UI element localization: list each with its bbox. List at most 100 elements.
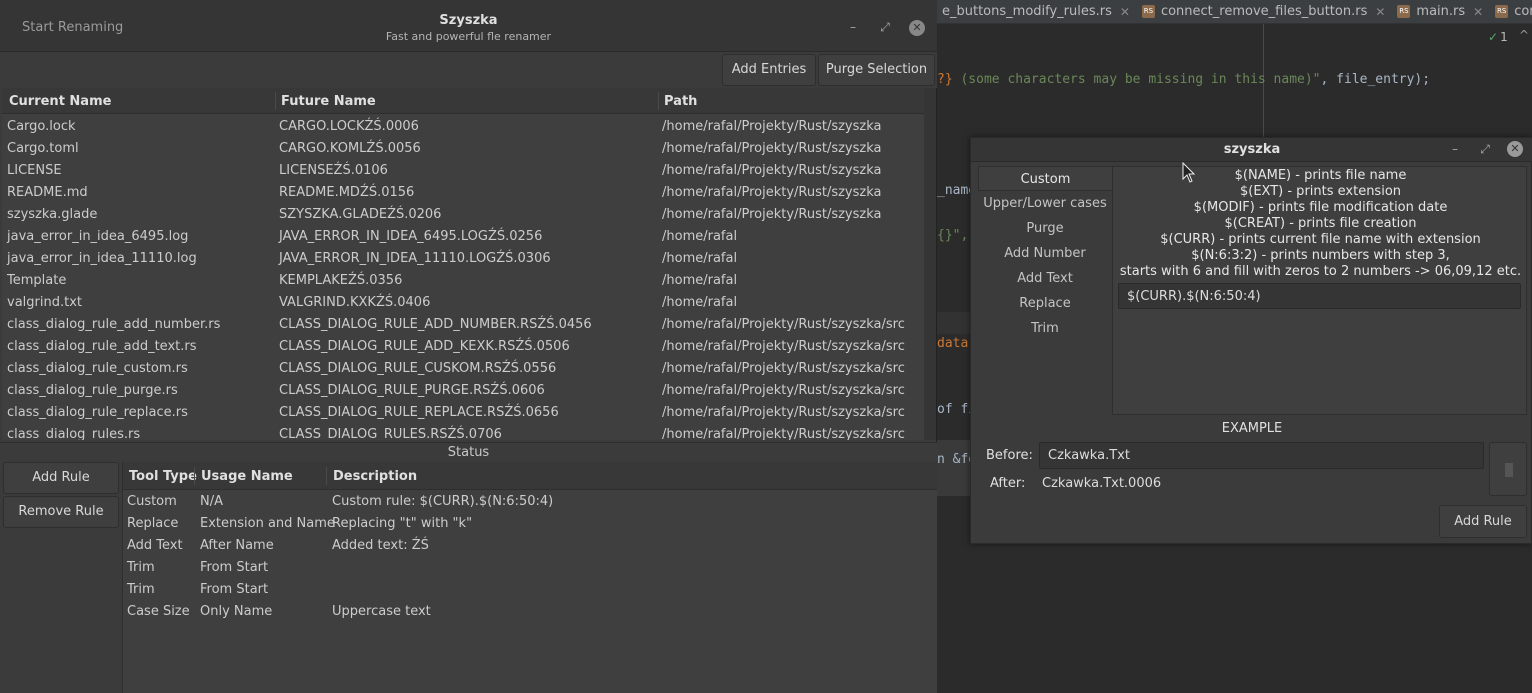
file-row[interactable]: class_dialog_rule_add_number.rs CLASS_DIA… [2,314,924,336]
file-path: /home/rafal/Projekty/Rust/szyszka [662,163,882,178]
column-header-future-name[interactable]: Future Name [281,94,376,109]
file-future-name: SZYSZKA.GLADEŹŚ.0206 [279,207,442,222]
help-line: starts with 6 and fill with zeros to 2 n… [1119,264,1522,279]
file-future-name: VALGRIND.KXKŹŚ.0406 [279,295,431,310]
chevron-up-icon[interactable]: ^ [1519,28,1529,42]
close-icon[interactable]: ✕ [909,20,925,36]
file-future-name: LICENSEŹŚ.0106 [279,163,388,178]
file-path: /home/rafal [662,229,738,244]
file-future-name: CLASS_DIALOG_RULES.RSŹŚ.0706 [279,427,502,440]
update-example-button[interactable] [1489,442,1527,496]
file-future-name: CARGO.LOCKŹŚ.0006 [279,119,419,134]
file-row[interactable]: java_error_in_idea_6495.log JAVA_ERROR_IN… [2,226,924,248]
rule-row[interactable]: Add Text After Name Added text: ŹŚ [123,535,937,557]
add-entries-button[interactable]: Add Entries [722,54,816,86]
rule-row[interactable]: Custom N/A Custom rule: $(CURR).$(N:6:50:4… [123,491,937,513]
tab-add-number[interactable]: Add Number [978,241,1112,266]
file-current-name: README.md [7,185,88,200]
example-title: EXAMPLE [1221,421,1283,436]
file-path: /home/rafal/Projekty/Rust/szyszka [662,119,882,134]
file-row[interactable]: Cargo.lock CARGO.LOCKŹŚ.0006/home/rafal/P… [2,116,924,138]
tab-custom[interactable]: Custom [978,166,1112,191]
tab-upper-lower-cases[interactable]: Upper/Lower cases [978,191,1112,216]
ide-tab-label: main.rs [1416,4,1466,19]
file-icon [1505,463,1513,477]
rule-type-tabs: Custom Upper/Lower cases Purge Add Number Ad… [978,166,1112,416]
remove-rule-button[interactable]: Remove Rule [3,496,119,528]
rules-table[interactable]: Tool Type Usage Name Description Custom N… [122,462,937,693]
title-bar: Start Renaming Szyszka Fast and powerful… [0,0,937,52]
tab-add-text[interactable]: Add Text [978,266,1112,291]
file-row[interactable]: LICENSE LICENSEŹŚ.0106/home/rafal/Projekt… [2,160,924,182]
column-header-usage-name[interactable]: Usage Name [201,469,293,484]
close-icon[interactable]: ✕ [1120,5,1130,19]
rules-table-header: Tool Type Usage Name Description [123,462,937,490]
file-current-name: class_dialog_rule_custom.rs [7,361,188,376]
column-header-path[interactable]: Path [664,94,697,109]
ide-tab-label: connect_remove_files_button.rs [1160,4,1368,19]
tab-purge[interactable]: Purge [978,216,1112,241]
file-current-name: Template [7,273,67,288]
minimize-icon[interactable]: – [845,19,861,35]
file-path: /home/rafal/Projekty/Rust/szyszka [662,185,882,200]
ide-tab-label: connect_ [1514,4,1532,19]
rule-description: Replacing "t" with "k" [332,516,473,531]
file-path: /home/rafal [662,251,738,266]
file-row[interactable]: Template KEMPLAKEŹŚ.0356/home/rafal [2,270,924,292]
ide-tab[interactable]: RS connect_ [1489,0,1532,23]
dialog-add-rule-button[interactable]: Add Rule [1439,505,1527,538]
file-row[interactable]: class_dialog_rule_replace.rs CLASS_DIALOG… [2,402,924,424]
rust-file-icon: RS [1141,5,1155,18]
ide-tab[interactable]: e_buttons_modify_rules.rs ✕ [936,0,1136,23]
file-current-name: class_dialog_rule_add_number.rs [7,317,221,332]
file-path: /home/rafal/Projekty/Rust/szyszka/src [662,361,905,376]
column-header-description[interactable]: Description [333,469,417,484]
rule-row[interactable]: Replace Extension and Name Replacing "t" w… [123,513,937,535]
file-row[interactable]: class_dialog_rule_custom.rs CLASS_DIALOG_… [2,358,924,380]
tab-replace[interactable]: Replace [978,291,1112,316]
file-row[interactable]: Cargo.toml CARGO.KOMLŹŚ.0056/home/rafal/P… [2,138,924,160]
rule-tool-type: Replace [127,516,179,531]
file-row[interactable]: java_error_in_idea_11110.log JAVA_ERROR_I… [2,248,924,270]
rule-row[interactable]: Case Size Only Name Uppercase text [123,601,937,623]
file-row[interactable]: class_dialog_rule_purge.rs CLASS_DIALOG_R… [2,380,924,402]
rule-row[interactable]: Trim From Start [123,579,937,601]
ide-tab[interactable]: RS main.rs ✕ [1391,0,1489,23]
file-current-name: Cargo.lock [7,119,76,134]
ide-tab[interactable]: RS connect_remove_files_button.rs ✕ [1136,0,1391,23]
minimize-icon[interactable]: – [1447,141,1463,157]
file-row[interactable]: README.md README.MDŹŚ.0156/home/rafal/Pro… [2,182,924,204]
rule-row[interactable]: Trim From Start [123,557,937,579]
maximize-icon[interactable]: ⤢ [877,19,893,35]
maximize-icon[interactable]: ⤢ [1477,141,1493,157]
add-rule-button[interactable]: Add Rule [3,462,119,494]
after-value: Czkawka.Txt.0006 [1042,476,1162,491]
close-icon[interactable]: ✕ [1473,5,1483,19]
file-row[interactable]: szyszka.glade SZYSZKA.GLADEŹŚ.0206/home/r… [2,204,924,226]
file-table[interactable]: Current Name Future Name Path Cargo.lock… [2,88,924,440]
file-future-name: JAVA_ERROR_IN_IDEA_11110.LOGŹŚ.0306 [279,251,551,266]
file-row[interactable]: valgrind.txt VALGRIND.KXKŹŚ.0406/home/raf… [2,292,924,314]
file-row[interactable]: class_dialog_rules.rs CLASS_DIALOG_RULES.… [2,424,924,440]
close-icon[interactable]: ✕ [1375,5,1385,19]
before-input[interactable] [1039,442,1484,469]
custom-rule-panel: $(NAME) - prints file name $(EXT) - print… [1112,166,1527,415]
column-divider [275,92,276,110]
file-path: /home/rafal/Projekty/Rust/szyszka/src [662,317,905,332]
tab-trim[interactable]: Trim [978,316,1112,341]
rule-tool-type: Case Size [127,604,190,619]
status-label: Status [447,445,490,460]
help-line: $(CURR) - prints current file name with … [1160,232,1481,247]
mouse-cursor-icon [1182,162,1196,183]
rule-usage-name: From Start [200,582,269,597]
inspection-status[interactable]: ✓ 1 [1488,30,1508,44]
rust-file-icon: RS [1495,5,1509,18]
close-icon[interactable]: ✕ [1507,141,1523,157]
column-header-tool-type[interactable]: Tool Type [129,469,197,484]
main-window: Start Renaming Szyszka Fast and powerful… [0,0,937,693]
file-table-scrollbar[interactable] [924,88,936,440]
file-row[interactable]: class_dialog_rule_add_text.rs CLASS_DIALO… [2,336,924,358]
column-header-current-name[interactable]: Current Name [9,94,111,109]
purge-selection-button[interactable]: Purge Selection [818,54,935,86]
custom-rule-input[interactable] [1118,283,1521,309]
